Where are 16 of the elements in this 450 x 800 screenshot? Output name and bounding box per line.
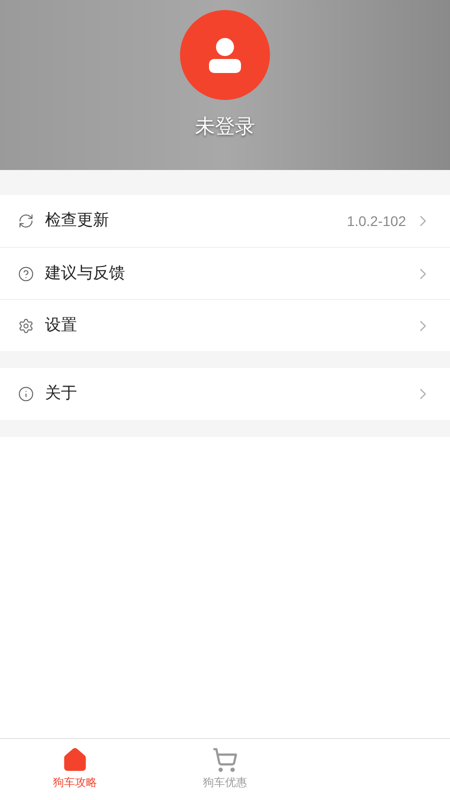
menu-item[interactable]: 设置 <box>0 299 450 351</box>
help-icon <box>18 266 34 282</box>
menu-label: 设置 <box>45 316 77 336</box>
menu-label: 建议与反馈 <box>45 264 125 284</box>
info-icon <box>18 386 34 402</box>
menu-item[interactable]: 建议与反馈 <box>0 247 450 299</box>
tab[interactable]: 狗车攻略 <box>0 739 150 800</box>
menu-item[interactable]: 检查更新 1.0.2-102 <box>0 195 450 247</box>
menu-label: 关于 <box>45 384 77 404</box>
cart-icon <box>212 747 238 774</box>
version-text: 1.0.2-102 <box>346 212 406 230</box>
menu-item[interactable]: 关于 <box>0 368 450 420</box>
home-icon <box>62 747 88 774</box>
settings-icon <box>18 318 34 334</box>
refresh-icon <box>18 213 34 229</box>
menu-label: 检查更新 <box>45 210 109 231</box>
